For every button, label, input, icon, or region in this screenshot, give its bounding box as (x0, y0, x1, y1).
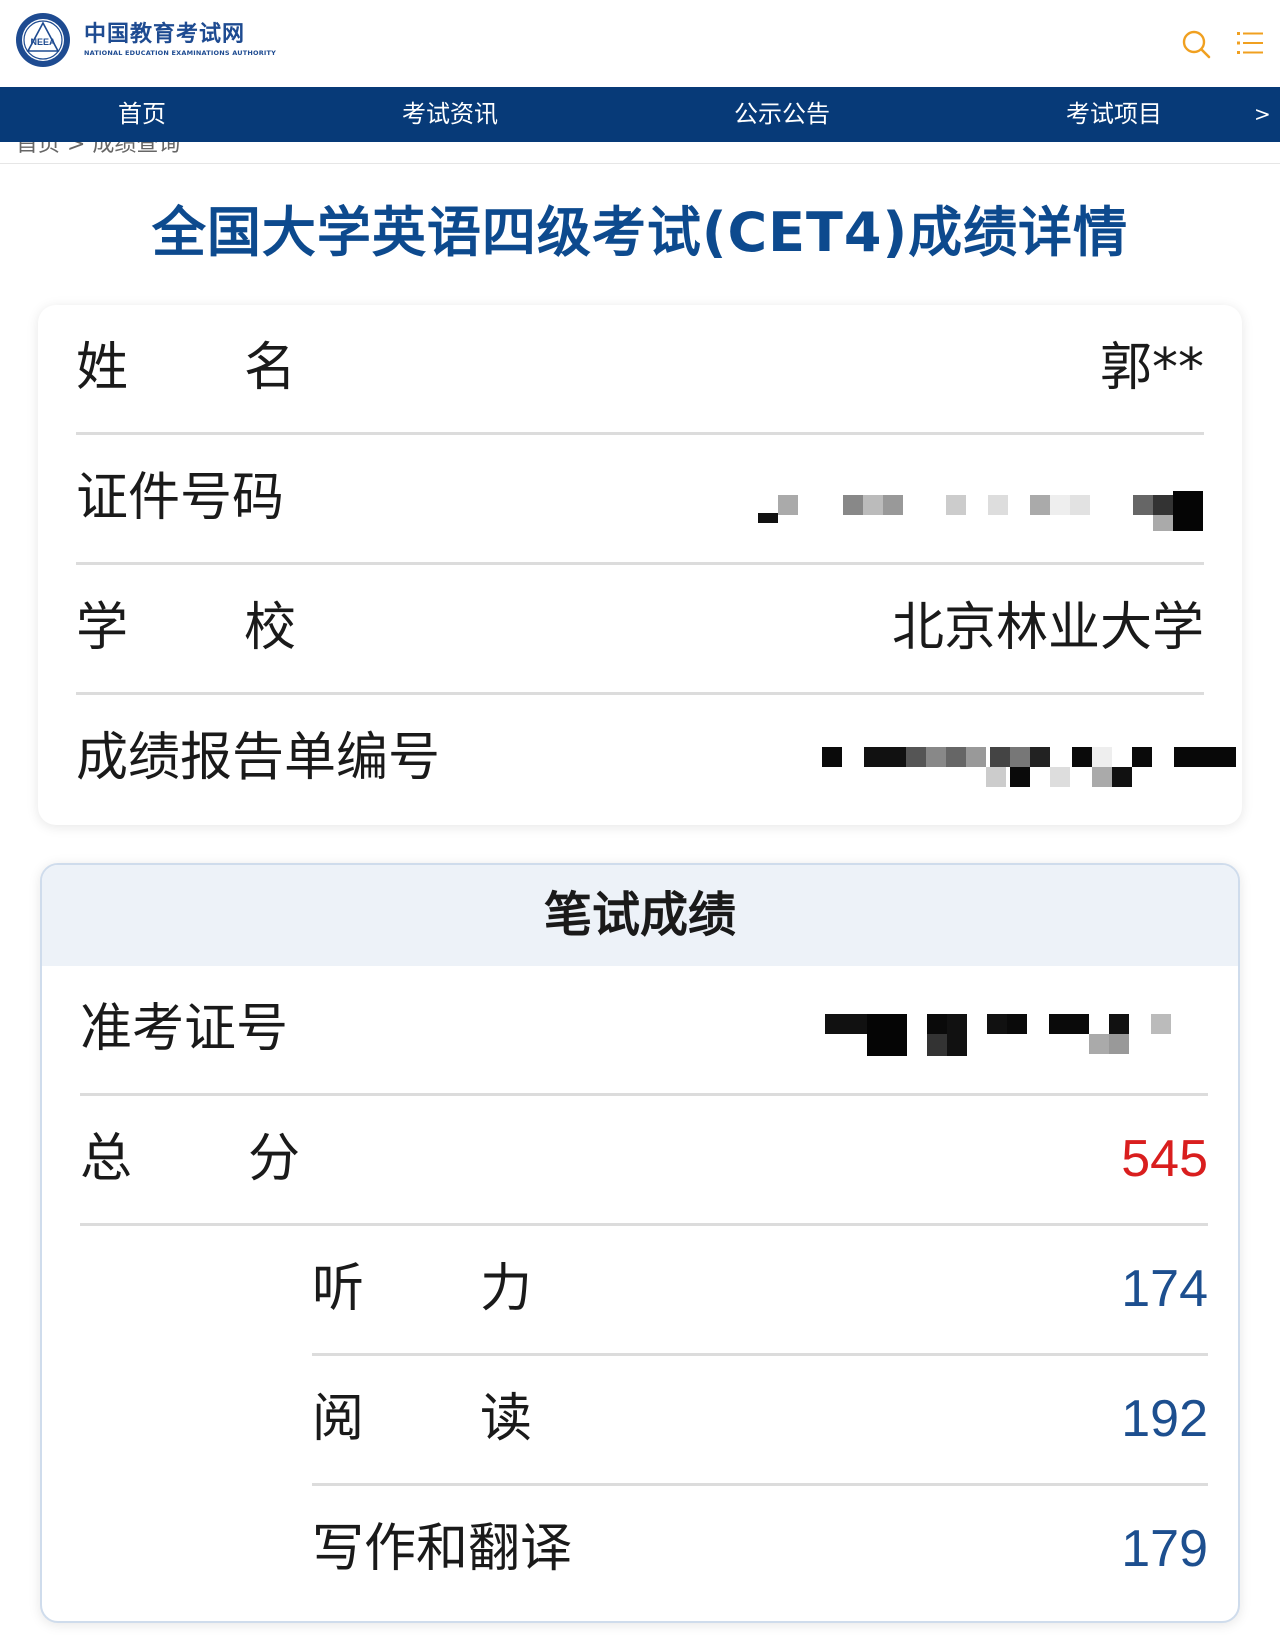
total-score-value: 545 (1121, 1130, 1208, 1188)
score-row-listening: 听力 174 (312, 1226, 1208, 1356)
menu-icon[interactable] (1235, 28, 1265, 58)
info-row-school: 学校 北京林业大学 (76, 565, 1204, 695)
name-label: 姓名 (76, 338, 296, 398)
nav-item-exams[interactable]: 考试项目 (1044, 87, 1184, 142)
school-value: 北京林业大学 (891, 598, 1204, 658)
info-row-id: 证件号码 (76, 435, 1204, 565)
id-label: 证件号码 (76, 468, 285, 528)
id-number-mosaic (758, 485, 1218, 531)
nav-item-notices[interactable]: 公示公告 (712, 87, 852, 142)
reading-score-value: 192 (1121, 1390, 1208, 1448)
breadcrumb-strip: 首页 > 成绩查询 (0, 142, 1280, 164)
score-row-ticket: 准考证号 (80, 966, 1208, 1096)
listening-label: 听力 (312, 1259, 532, 1319)
ticket-number-label: 准考证号 (80, 999, 289, 1059)
nav-more-arrow-icon[interactable]: > (1254, 87, 1271, 142)
score-row-writing: 写作和翻译 179 (312, 1486, 1208, 1616)
report-number-label: 成绩报告单编号 (76, 728, 441, 788)
school-label: 学校 (76, 598, 296, 658)
breadcrumb[interactable]: 首页 > 成绩查询 (16, 142, 180, 158)
written-score-card: 笔试成绩 准考证号 总分 545 听力 174 阅读 192 写作和翻译 179 (40, 863, 1240, 1623)
page-title: 全国大学英语四级考试(CET4)成绩详情 (151, 201, 1129, 264)
logo-seal-text: NEEA (30, 37, 56, 47)
logo-title: 中国教育考试网 (84, 22, 246, 47)
listening-score-value: 174 (1121, 1260, 1208, 1318)
site-logo[interactable]: NEEA 中国教育考试网 NATIONAL EDUCATION EXAMINAT… (14, 10, 276, 70)
writing-translation-label: 写作和翻译 (312, 1519, 573, 1579)
neea-seal-icon: NEEA (16, 13, 70, 67)
main-nav: 首页 考试资讯 公示公告 考试项目 > (0, 87, 1280, 142)
info-row-name: 姓名 郭** (76, 305, 1204, 435)
site-header: NEEA 中国教育考试网 NATIONAL EDUCATION EXAMINAT… (0, 0, 1280, 87)
logo-subtitle: NATIONAL EDUCATION EXAMINATIONS AUTHORIT… (84, 49, 277, 57)
written-score-heading: 笔试成绩 (42, 865, 1238, 966)
total-score-label: 总分 (80, 1129, 300, 1189)
report-number-mosaic (822, 747, 1242, 791)
name-value: 郭** (1099, 338, 1204, 398)
score-row-total: 总分 545 (80, 1096, 1208, 1226)
reading-label: 阅读 (312, 1389, 532, 1449)
info-row-report: 成绩报告单编号 (76, 695, 1236, 825)
search-icon[interactable] (1180, 28, 1212, 60)
score-row-reading: 阅读 192 (312, 1356, 1208, 1486)
nav-item-home[interactable]: 首页 (82, 87, 202, 142)
writing-translation-score-value: 179 (1121, 1520, 1208, 1578)
nav-item-news[interactable]: 考试资讯 (380, 87, 520, 142)
ticket-number-mosaic (825, 1014, 1185, 1058)
personal-info-card: 姓名 郭** 证件号码 学校 北京林业大学 成绩报告单编号 (38, 305, 1242, 825)
